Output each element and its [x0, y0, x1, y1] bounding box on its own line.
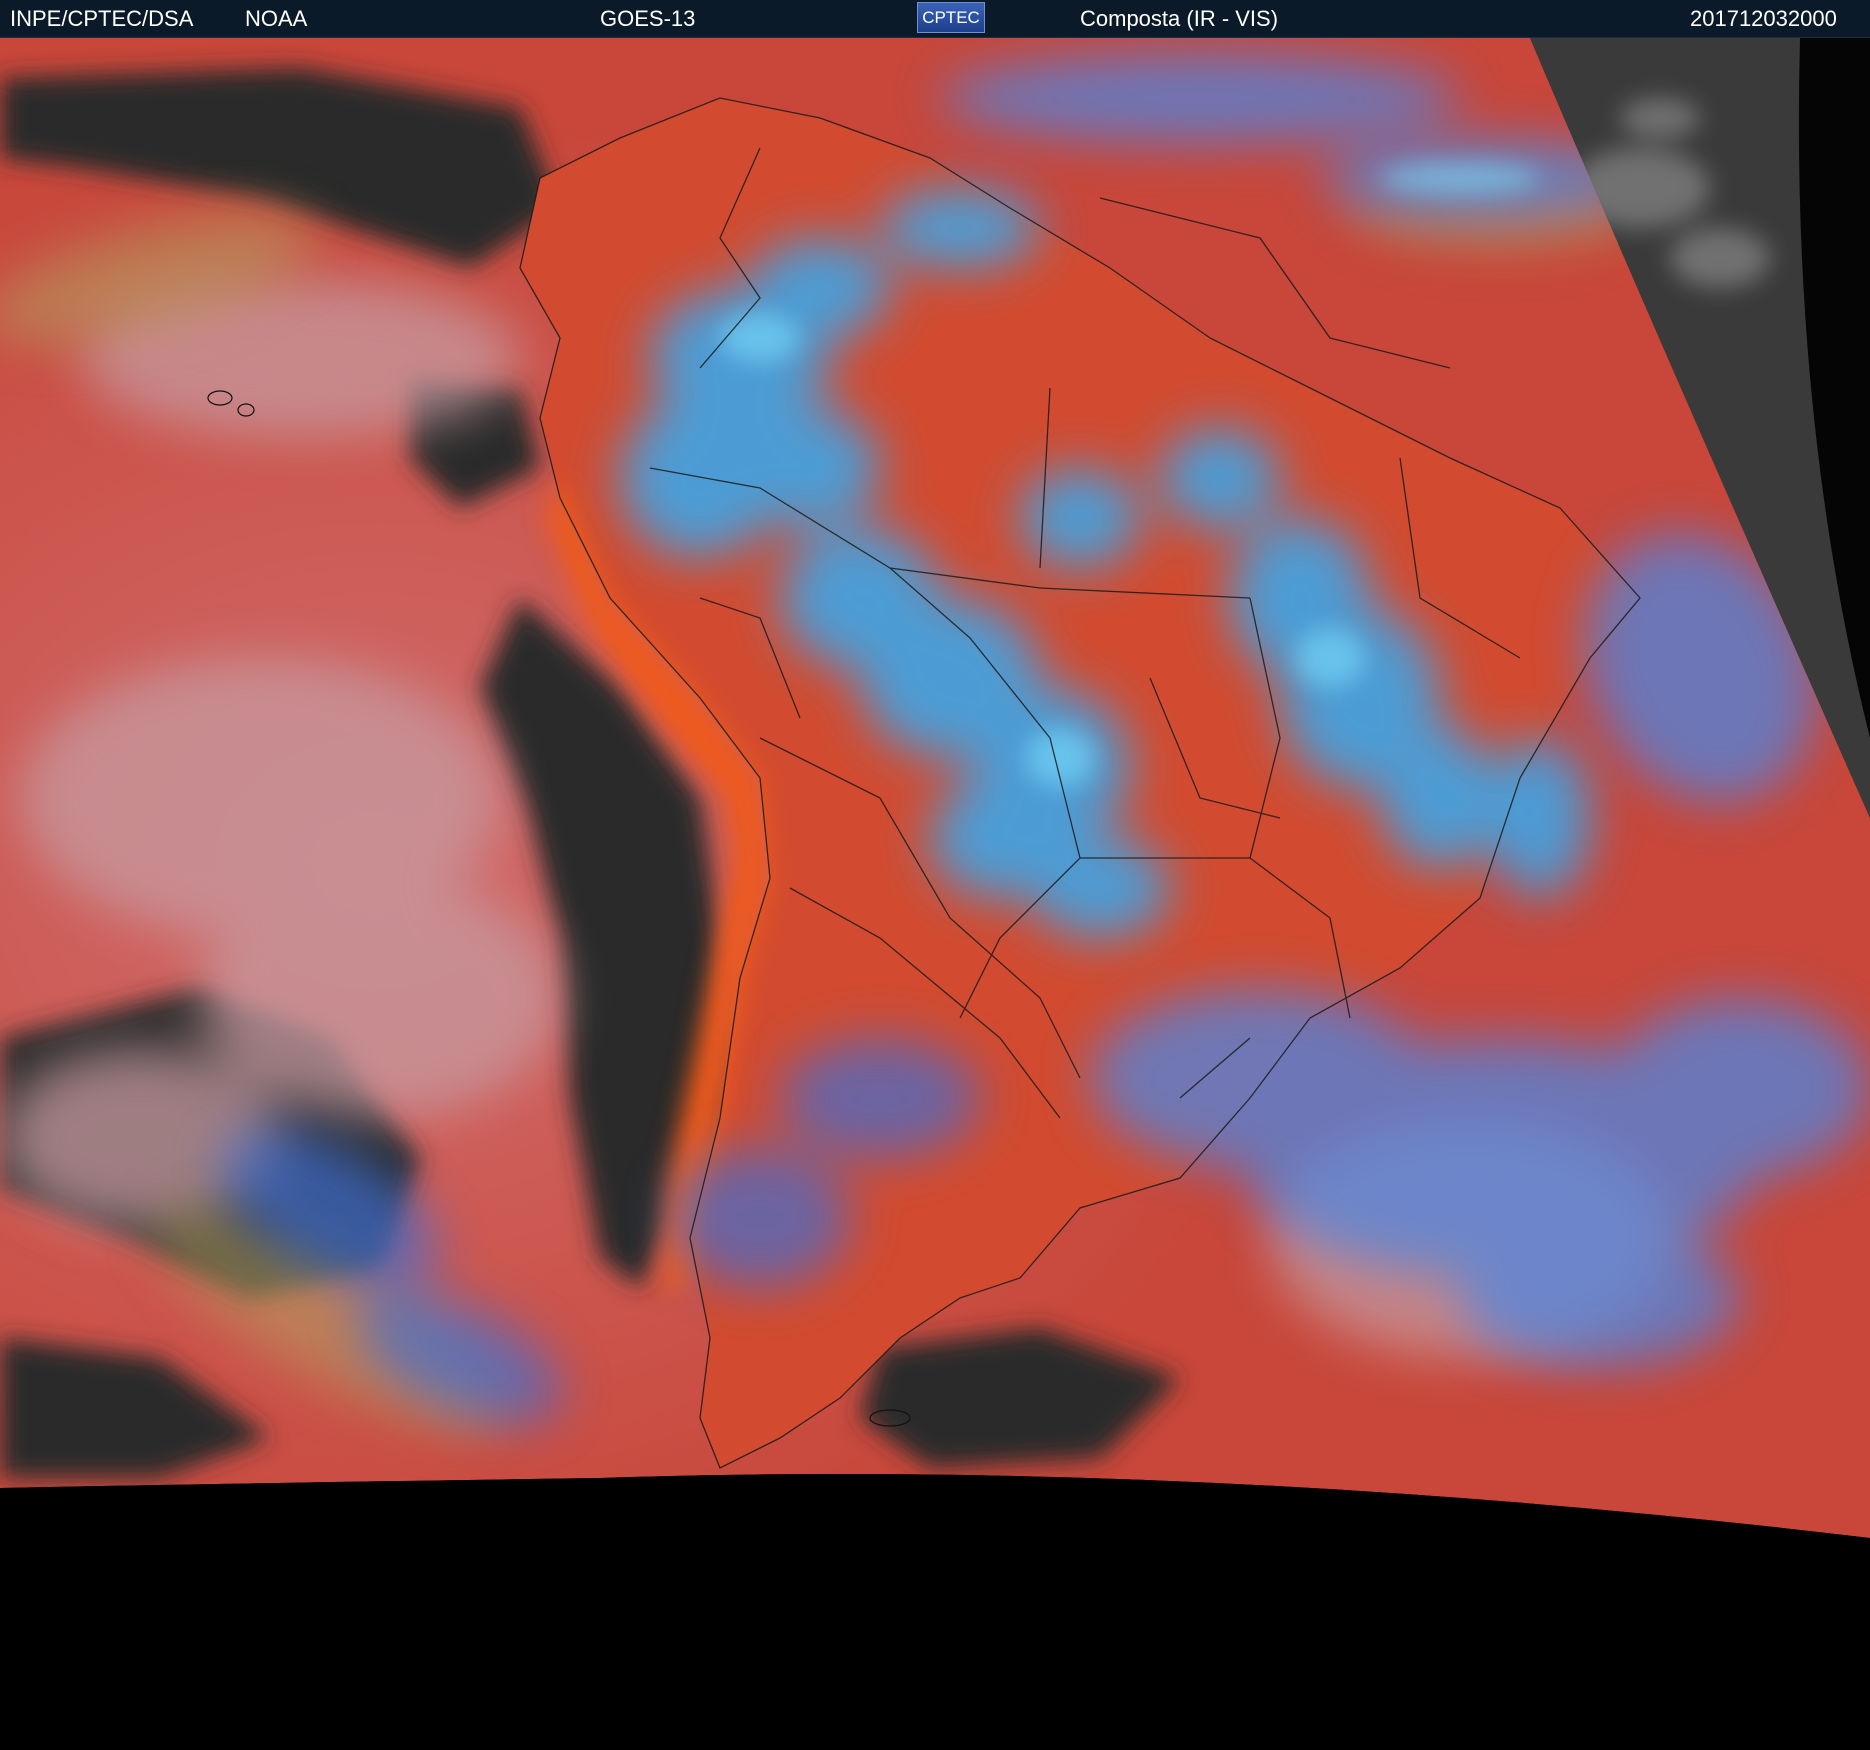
cptec-logo-text: CPTEC — [922, 8, 980, 27]
satellite-label: GOES-13 — [600, 6, 696, 31]
composite-imagery — [0, 38, 1870, 1750]
image-header-bar: INPE/CPTEC/DSA NOAA GOES-13 CPTEC Compos… — [0, 0, 1870, 38]
cptec-logo: CPTEC — [917, 2, 985, 33]
disk-edge-shadow — [0, 1474, 1870, 1750]
agency-label: INPE/CPTEC/DSA — [10, 6, 194, 31]
product-label: Composta (IR - VIS) — [1080, 6, 1279, 31]
satellite-image — [0, 38, 1870, 1750]
timestamp-label: 201712032000 — [1690, 6, 1837, 31]
source-label: NOAA — [245, 6, 308, 31]
